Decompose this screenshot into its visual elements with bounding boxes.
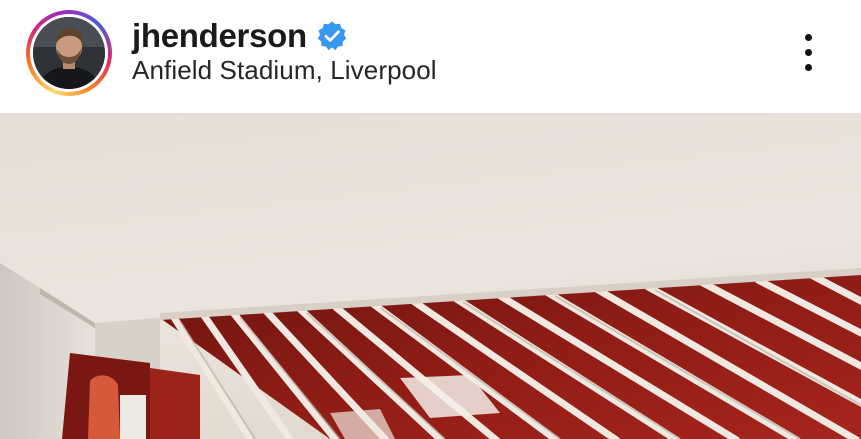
- location-link[interactable]: Anfield Stadium, Liverpool: [132, 55, 437, 86]
- instagram-post: jhenderson Anfield Stadium, Liverpool: [0, 0, 861, 439]
- stadium-ceiling-photo: [0, 113, 861, 439]
- post-header: jhenderson Anfield Stadium, Liverpool: [0, 0, 861, 113]
- avatar[interactable]: [33, 17, 105, 89]
- post-image[interactable]: [0, 113, 861, 439]
- more-options-button[interactable]: [784, 24, 832, 80]
- username-link[interactable]: jhenderson: [132, 17, 307, 55]
- story-ring[interactable]: [26, 10, 112, 96]
- verified-badge-icon: [316, 20, 348, 52]
- username-row: jhenderson: [132, 14, 348, 58]
- more-vertical-icon: [804, 33, 812, 41]
